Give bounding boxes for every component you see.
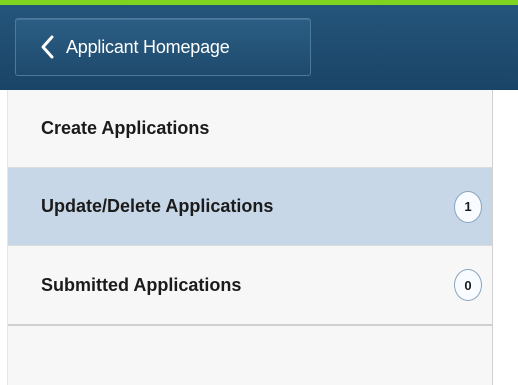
header-bar: Applicant Homepage [0,5,518,90]
count-badge: 1 [454,190,482,223]
applicant-app: Applicant Homepage Create Applications U… [0,0,518,385]
menu-item-label: Submitted Applications [41,274,242,295]
back-to-homepage-button[interactable]: Applicant Homepage [15,18,311,76]
menu-item-create-applications[interactable]: Create Applications [8,90,492,168]
menu-item-label: Create Applications [41,118,210,138]
count-badge: 0 [454,269,482,301]
menu-item-update-delete-applications[interactable]: Update/Delete Applications 1 [8,168,492,246]
sidebar-menu: Create Applications Update/Delete Applic… [7,90,493,385]
menu-item-submitted-applications[interactable]: Submitted Applications 0 [8,246,492,326]
back-button-label: Applicant Homepage [66,36,230,57]
chevron-left-icon [41,35,54,59]
menu-item-label: Update/Delete Applications [41,196,274,216]
